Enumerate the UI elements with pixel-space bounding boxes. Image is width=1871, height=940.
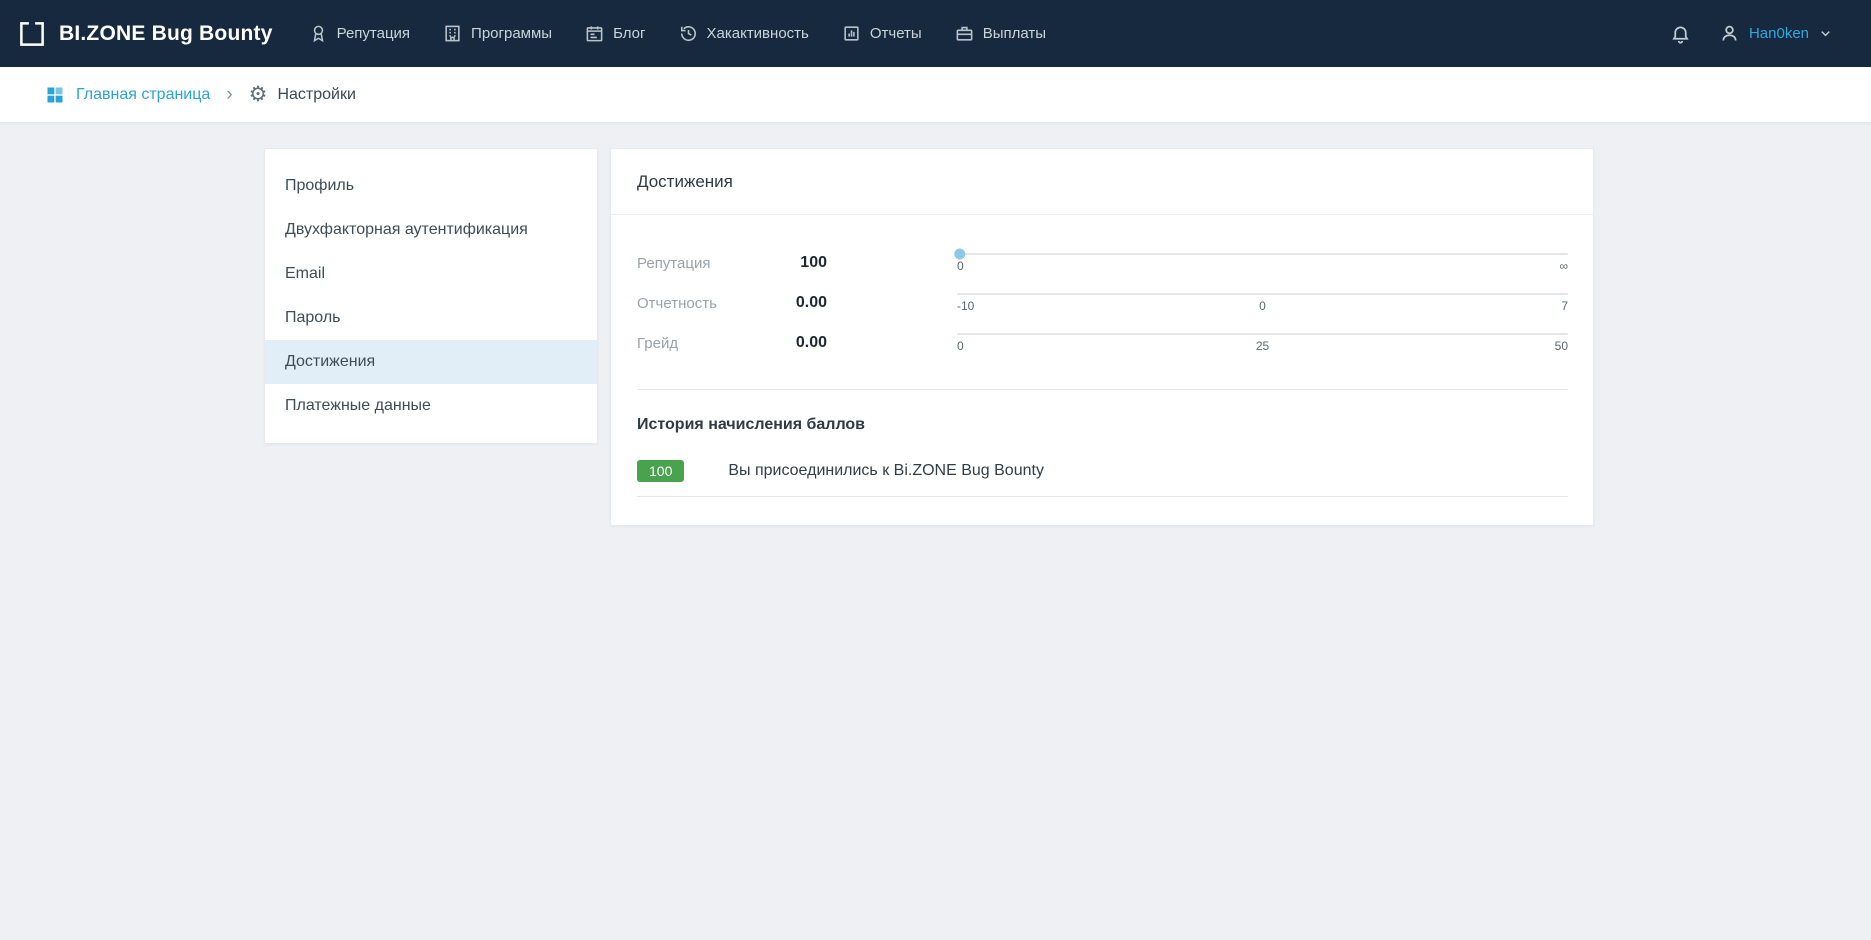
settings-item-password[interactable]: Пароль bbox=[265, 296, 597, 340]
main-nav: Репутация Программы Блог Хакактивность О… bbox=[309, 24, 1046, 43]
breadcrumb-home-link[interactable]: Главная страница bbox=[45, 85, 210, 105]
user-menu[interactable]: Han0ken bbox=[1719, 23, 1833, 44]
slider-thumb[interactable] bbox=[954, 249, 965, 260]
metric-value: 0.00 bbox=[757, 294, 827, 312]
nav-item-blog[interactable]: Блог bbox=[585, 24, 645, 43]
main-content: Профиль Двухфакторная аутентификация Ema… bbox=[0, 123, 1871, 526]
metric-value: 100 bbox=[757, 254, 827, 272]
navbar-right: Han0ken bbox=[1670, 23, 1833, 44]
breadcrumb-separator: › bbox=[226, 85, 232, 104]
scale-min: -10 bbox=[957, 299, 1161, 313]
metric-label: Репутация bbox=[637, 255, 757, 272]
breadcrumb-current: ⚙ Настройки bbox=[249, 84, 356, 105]
settings-nav: Профиль Двухфакторная аутентификация Ema… bbox=[264, 148, 598, 444]
scale-mid: 25 bbox=[1161, 339, 1365, 353]
nav-item-label: Блог bbox=[613, 25, 645, 42]
reporting-slider: -10 0 7 bbox=[957, 293, 1568, 313]
blog-icon bbox=[585, 24, 604, 43]
brand-title: BI.ZONE Bug Bounty bbox=[59, 22, 273, 46]
gear-icon: ⚙ bbox=[249, 84, 268, 105]
history-text: Вы присоединились к Bi.ZONE Bug Bounty bbox=[728, 462, 1044, 480]
scale-mid bbox=[1161, 259, 1365, 273]
scale-max: 7 bbox=[1364, 299, 1568, 313]
nav-item-programs[interactable]: Программы bbox=[443, 24, 552, 43]
programs-icon bbox=[443, 24, 462, 43]
metric-row-grade: Грейд 0.00 0 25 50 bbox=[637, 323, 1568, 363]
scale-mid: 0 bbox=[1161, 299, 1365, 313]
metric-row-reporting: Отчетность 0.00 -10 0 7 bbox=[637, 283, 1568, 323]
brand-logo[interactable]: BI.ZONE Bug Bounty bbox=[17, 19, 273, 49]
nav-item-label: Хакактивность bbox=[707, 25, 809, 42]
scale-max: 50 bbox=[1364, 339, 1568, 353]
slider-scale: 0 ∞ bbox=[957, 259, 1568, 273]
nav-item-payouts[interactable]: Выплаты bbox=[955, 24, 1046, 43]
points-history: История начисления баллов 100 Вы присоед… bbox=[611, 390, 1593, 525]
achievements-metrics: Репутация 100 0 ∞ Отчетность 0.00 bbox=[611, 215, 1593, 389]
slider-track bbox=[957, 253, 1568, 255]
slider-scale: 0 25 50 bbox=[957, 339, 1568, 353]
nav-item-reputation[interactable]: Репутация bbox=[309, 24, 410, 43]
achievements-card: Достижения Репутация 100 0 ∞ bbox=[610, 148, 1594, 526]
metric-label: Отчетность bbox=[637, 295, 757, 312]
breadcrumb-home-label: Главная страница bbox=[76, 86, 210, 104]
achievements-title: Достижения bbox=[611, 149, 1593, 215]
slider-track bbox=[957, 293, 1568, 295]
user-icon bbox=[1719, 23, 1740, 44]
scale-max: ∞ bbox=[1364, 259, 1568, 273]
hackactivity-icon bbox=[679, 24, 698, 43]
top-navbar: BI.ZONE Bug Bounty Репутация Программы Б… bbox=[0, 0, 1871, 67]
breadcrumb: Главная страница › ⚙ Настройки bbox=[0, 67, 1871, 123]
bizone-logo-icon bbox=[17, 19, 47, 49]
settings-item-profile[interactable]: Профиль bbox=[265, 164, 597, 208]
reputation-slider: 0 ∞ bbox=[957, 253, 1568, 273]
nav-item-hackactivity[interactable]: Хакактивность bbox=[679, 24, 809, 43]
settings-item-achievements[interactable]: Достижения bbox=[265, 340, 597, 384]
nav-item-label: Отчеты bbox=[870, 25, 922, 42]
reports-icon bbox=[842, 24, 861, 43]
breadcrumb-current-label: Настройки bbox=[277, 86, 355, 104]
history-row: 100 Вы присоединились к Bi.ZONE Bug Boun… bbox=[637, 460, 1568, 497]
nav-item-label: Программы bbox=[471, 25, 552, 42]
notifications-bell-icon[interactable] bbox=[1670, 23, 1691, 44]
chevron-down-icon bbox=[1818, 26, 1833, 41]
reputation-icon bbox=[309, 24, 328, 43]
dashboard-grid-icon bbox=[45, 85, 65, 105]
payouts-icon bbox=[955, 24, 974, 43]
metric-value: 0.00 bbox=[757, 334, 827, 352]
user-name: Han0ken bbox=[1749, 25, 1809, 42]
points-badge: 100 bbox=[637, 460, 684, 482]
slider-scale: -10 0 7 bbox=[957, 299, 1568, 313]
nav-item-label: Репутация bbox=[337, 25, 410, 42]
slider-track bbox=[957, 333, 1568, 335]
grade-slider: 0 25 50 bbox=[957, 333, 1568, 353]
settings-item-2fa[interactable]: Двухфакторная аутентификация bbox=[265, 208, 597, 252]
metric-label: Грейд bbox=[637, 335, 757, 352]
points-history-title: История начисления баллов bbox=[637, 390, 1568, 460]
scale-min: 0 bbox=[957, 339, 1161, 353]
settings-item-email[interactable]: Email bbox=[265, 252, 597, 296]
scale-min: 0 bbox=[957, 259, 1161, 273]
metric-row-reputation: Репутация 100 0 ∞ bbox=[637, 243, 1568, 283]
nav-item-reports[interactable]: Отчеты bbox=[842, 24, 922, 43]
nav-item-label: Выплаты bbox=[983, 25, 1046, 42]
settings-item-payment-details[interactable]: Платежные данные bbox=[265, 384, 597, 428]
